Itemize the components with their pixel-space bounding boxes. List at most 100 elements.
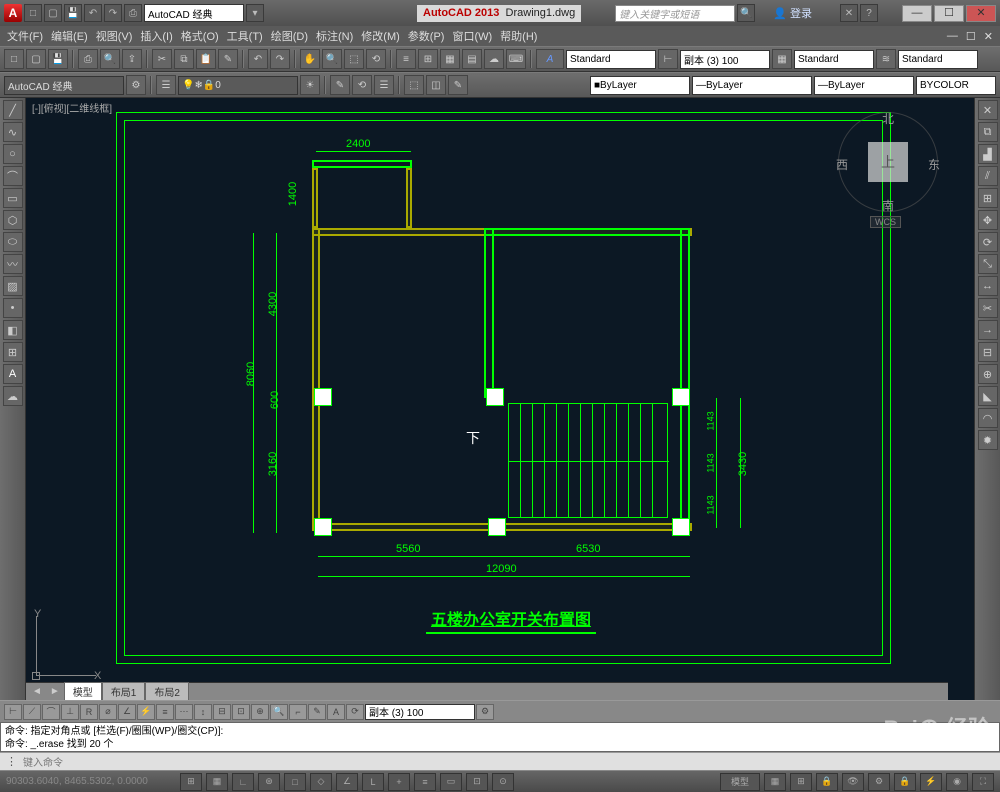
- erase-icon[interactable]: ✕: [978, 100, 998, 120]
- clean-screen-icon[interactable]: ⛶: [972, 773, 994, 791]
- calc-icon[interactable]: ⌨: [506, 49, 526, 69]
- login-link[interactable]: 👤 登录: [769, 5, 816, 21]
- menu-dim[interactable]: 标注(N): [313, 28, 356, 44]
- otrack-button[interactable]: ∠: [336, 773, 358, 791]
- dim-radius-icon[interactable]: R: [80, 704, 98, 720]
- osnap-button[interactable]: □: [284, 773, 306, 791]
- isolate-icon[interactable]: ◉: [946, 773, 968, 791]
- lineweight-combo[interactable]: — ByLayer: [814, 76, 914, 95]
- minimize-button[interactable]: —: [902, 5, 932, 22]
- coords-display[interactable]: 90303.6040, 8465.5302, 0.0000: [6, 776, 176, 787]
- stretch-icon[interactable]: ↔: [978, 276, 998, 296]
- dim-break-icon[interactable]: ⊟: [213, 704, 231, 720]
- ellipse-icon[interactable]: ⬭: [3, 232, 23, 252]
- qat-redo-icon[interactable]: ↷: [104, 4, 122, 22]
- circle-icon[interactable]: ○: [3, 144, 23, 164]
- hatch-icon[interactable]: ▨: [3, 276, 23, 296]
- dim-style-combo[interactable]: 副本 (3) 100: [365, 704, 475, 720]
- open-icon[interactable]: ▢: [26, 49, 46, 69]
- mtext-icon[interactable]: A: [3, 364, 23, 384]
- qp-button[interactable]: ⊡: [466, 773, 488, 791]
- markup-icon[interactable]: ☁: [484, 49, 504, 69]
- tab-layout2[interactable]: 布局2: [145, 682, 189, 701]
- cut-icon[interactable]: ✂: [152, 49, 172, 69]
- mirror-icon[interactable]: ▟: [978, 144, 998, 164]
- match-icon[interactable]: ✎: [218, 49, 238, 69]
- dim-baseline-icon[interactable]: ≡: [156, 704, 174, 720]
- tpy-button[interactable]: ▭: [440, 773, 462, 791]
- menu-modify[interactable]: 修改(M): [358, 28, 403, 44]
- linetype-combo[interactable]: — ByLayer: [692, 76, 812, 95]
- nav-west[interactable]: 西: [836, 156, 848, 173]
- grid-button[interactable]: ▦: [206, 773, 228, 791]
- copy-icon[interactable]: ⧉: [174, 49, 194, 69]
- insert-block-icon[interactable]: ⬚: [404, 75, 424, 95]
- menu-help[interactable]: 帮助(H): [497, 28, 540, 44]
- doc-max-button[interactable]: ☐: [963, 30, 979, 43]
- join-icon[interactable]: ⊕: [978, 364, 998, 384]
- array-icon[interactable]: ⊞: [978, 188, 998, 208]
- new-icon[interactable]: □: [4, 49, 24, 69]
- dcenter-icon[interactable]: ⊞: [418, 49, 438, 69]
- menu-format[interactable]: 格式(O): [178, 28, 222, 44]
- hardware-icon[interactable]: ⚡: [920, 773, 942, 791]
- arc-icon[interactable]: ⌒: [3, 166, 23, 186]
- zoomwin-icon[interactable]: ⬚: [344, 49, 364, 69]
- pan-icon[interactable]: ✋: [300, 49, 320, 69]
- qat-save-icon[interactable]: 💾: [64, 4, 82, 22]
- undo-icon[interactable]: ↶: [248, 49, 268, 69]
- menu-param[interactable]: 参数(P): [405, 28, 448, 44]
- layer-iso-icon[interactable]: ☀: [300, 75, 320, 95]
- menu-window[interactable]: 窗口(W): [449, 28, 495, 44]
- polar-button[interactable]: ⊛: [258, 773, 280, 791]
- layer-prev-icon[interactable]: ⟲: [352, 75, 372, 95]
- point-icon[interactable]: •: [3, 298, 23, 318]
- preview-icon[interactable]: 🔍: [100, 49, 120, 69]
- layer-state-icon[interactable]: ☰: [374, 75, 394, 95]
- dim-jog-icon[interactable]: ⌐: [289, 704, 307, 720]
- ws-switch-icon[interactable]: ⚙: [868, 773, 890, 791]
- viewport-label[interactable]: [-][俯视][二维线框]: [32, 100, 112, 115]
- menu-insert[interactable]: 插入(I): [137, 28, 175, 44]
- lwt-button[interactable]: ≡: [414, 773, 436, 791]
- layer-match-icon[interactable]: ✎: [330, 75, 350, 95]
- print-icon[interactable]: ⎙: [78, 49, 98, 69]
- dim-quick-icon[interactable]: ⚡: [137, 704, 155, 720]
- tab-next-icon[interactable]: ►: [46, 686, 64, 697]
- dim-angular-icon[interactable]: ∠: [118, 704, 136, 720]
- dim-edit-icon[interactable]: ✎: [308, 704, 326, 720]
- menu-file[interactable]: 文件(F): [4, 28, 46, 44]
- save-icon[interactable]: 💾: [48, 49, 68, 69]
- edit-block-icon[interactable]: ✎: [448, 75, 468, 95]
- props-icon[interactable]: ≡: [396, 49, 416, 69]
- toolbar-lock-icon[interactable]: 🔒: [894, 773, 916, 791]
- region-icon[interactable]: ◧: [3, 320, 23, 340]
- search-input[interactable]: 键入关键字或短语: [615, 5, 735, 22]
- model-space-button[interactable]: 模型: [720, 773, 760, 791]
- doc-close-button[interactable]: ✕: [981, 30, 996, 43]
- mlstyle-combo[interactable]: Standard: [898, 50, 978, 69]
- dim-aligned-icon[interactable]: ⟋: [23, 704, 41, 720]
- table-icon[interactable]: ⊞: [3, 342, 23, 362]
- rect-icon[interactable]: ▭: [3, 188, 23, 208]
- dim-override-icon[interactable]: ⚙: [476, 704, 494, 720]
- textstyle-combo[interactable]: Standard: [566, 50, 656, 69]
- qview-dwg-icon[interactable]: ⊞: [790, 773, 812, 791]
- ducs-button[interactable]: L: [362, 773, 384, 791]
- dim-inspect-icon[interactable]: 🔍: [270, 704, 288, 720]
- qat-more-icon[interactable]: ▾: [246, 4, 264, 22]
- fillet-icon[interactable]: ◠: [978, 408, 998, 428]
- tablestyle-combo[interactable]: Standard: [794, 50, 874, 69]
- qat-new-icon[interactable]: □: [24, 4, 42, 22]
- polygon-icon[interactable]: ⬡: [3, 210, 23, 230]
- publish-icon[interactable]: ⇪: [122, 49, 142, 69]
- sc-button[interactable]: ⊙: [492, 773, 514, 791]
- workspace-combo2[interactable]: AutoCAD 经典: [4, 76, 124, 95]
- qview-layout-icon[interactable]: ▦: [764, 773, 786, 791]
- redo-icon[interactable]: ↷: [270, 49, 290, 69]
- spline-icon[interactable]: 〰: [3, 254, 23, 274]
- offset-icon[interactable]: ⫽: [978, 166, 998, 186]
- exchange-icon[interactable]: ✕: [840, 4, 858, 22]
- dimstyle-combo[interactable]: 副本 (3) 100: [680, 50, 770, 69]
- close-button[interactable]: ✕: [966, 5, 996, 22]
